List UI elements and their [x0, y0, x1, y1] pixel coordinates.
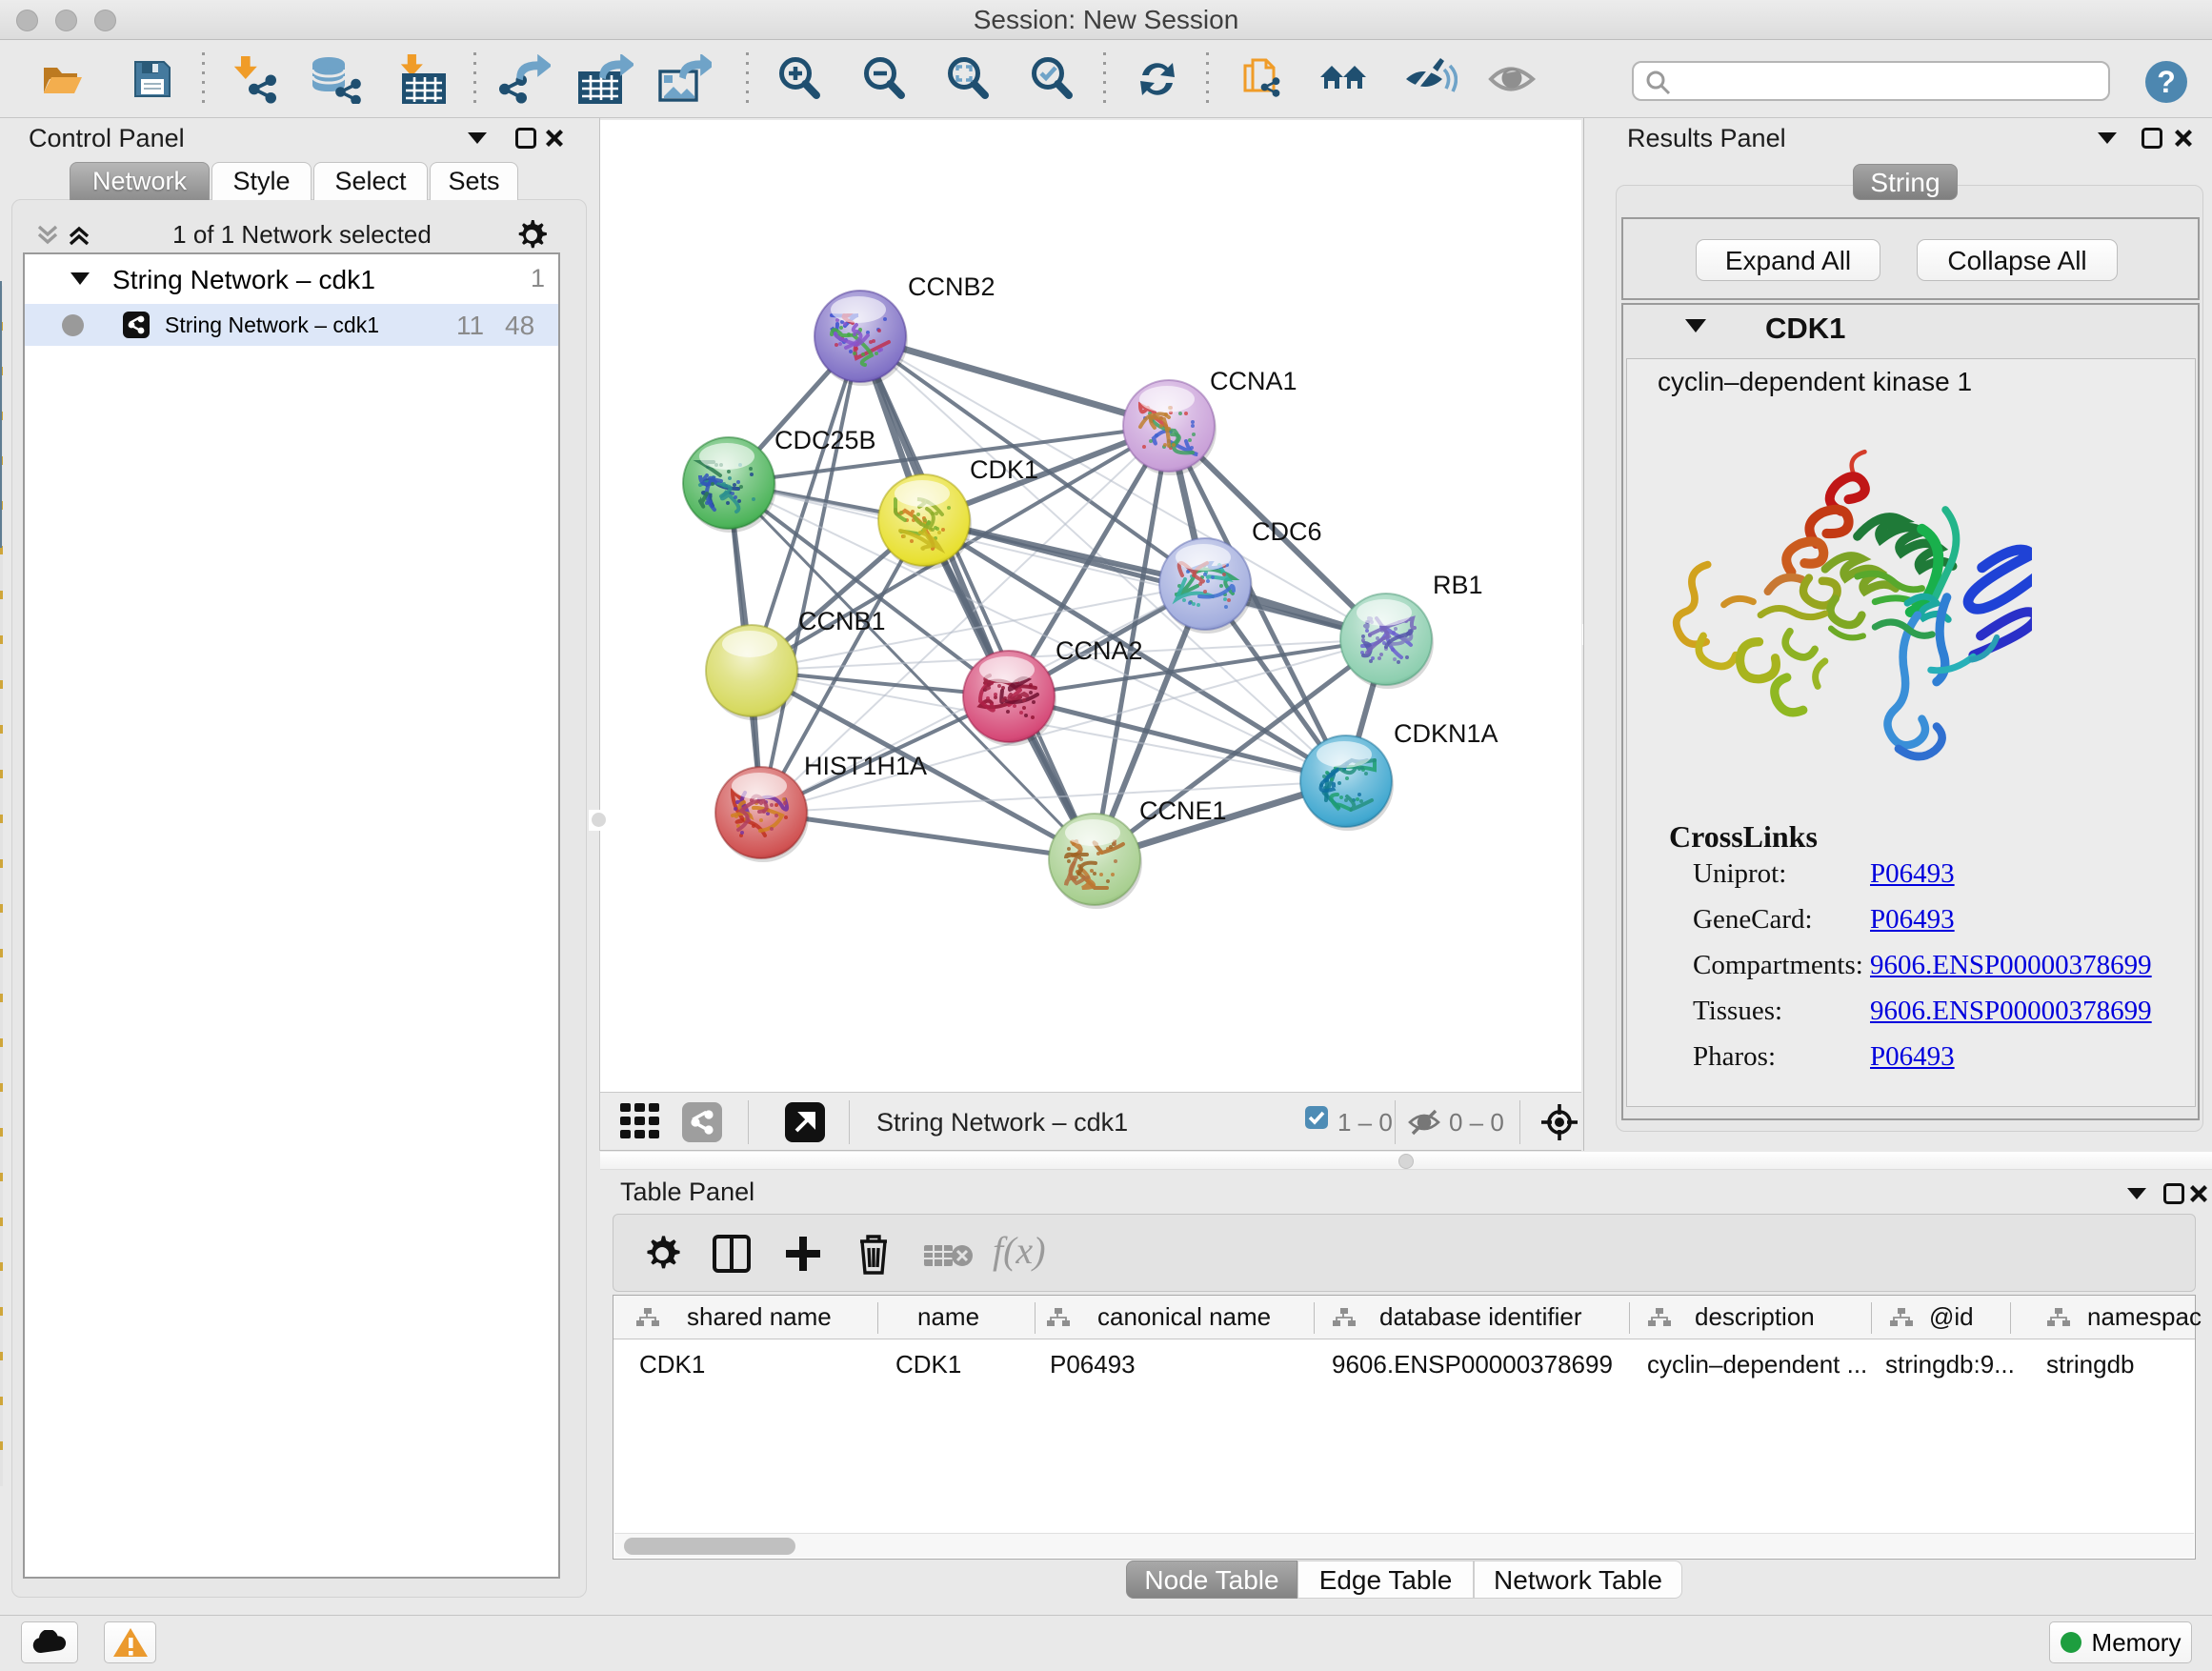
svg-text:CDC6: CDC6 — [1252, 517, 1322, 546]
svg-text:CDC25B: CDC25B — [774, 426, 876, 454]
svg-text:CCNE1: CCNE1 — [1139, 796, 1227, 825]
svg-text:CCNA2: CCNA2 — [1056, 636, 1143, 665]
svg-text:RB1: RB1 — [1433, 571, 1483, 599]
svg-text:CDK1: CDK1 — [970, 455, 1038, 484]
svg-text:CCNA1: CCNA1 — [1210, 367, 1297, 395]
svg-text:CCNB2: CCNB2 — [908, 272, 995, 301]
svg-text:CCNB1: CCNB1 — [798, 607, 886, 635]
svg-text:HIST1H1A: HIST1H1A — [804, 752, 927, 780]
svg-text:CDKN1A: CDKN1A — [1394, 719, 1498, 748]
